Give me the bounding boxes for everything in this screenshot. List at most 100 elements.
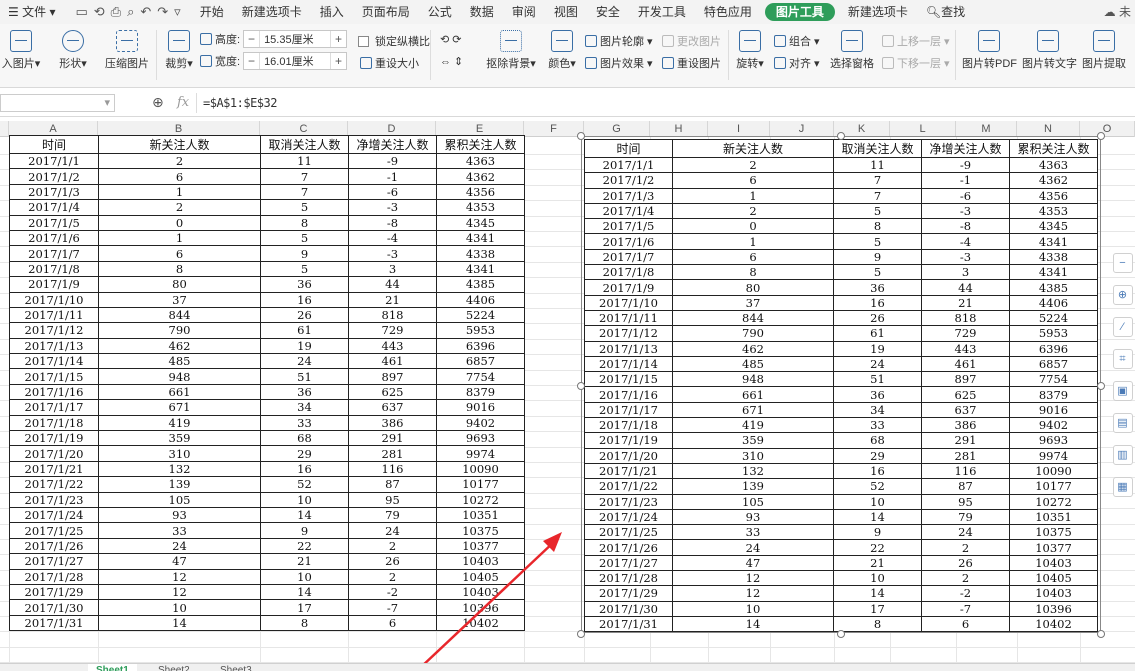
table-cell[interactable]: 11 [260, 152, 349, 170]
table-cell[interactable]: 24 [672, 539, 834, 556]
menu-tab-3[interactable]: 页面布局 [353, 0, 419, 24]
table-cell[interactable]: 6 [348, 614, 437, 632]
table-cell[interactable]: 10396 [436, 599, 525, 616]
table-cell[interactable]: 34 [833, 401, 922, 419]
table-cell[interactable]: 10402 [1009, 615, 1098, 633]
table-cell[interactable]: 2017/1/19 [584, 432, 673, 449]
table-cell[interactable]: 6 [98, 245, 261, 262]
table-cell[interactable]: 10403 [436, 583, 525, 601]
table-cell[interactable]: 33 [672, 524, 834, 541]
redo-icon[interactable]: ↷ [157, 4, 168, 20]
table-cell[interactable]: 2017/1/16 [9, 383, 99, 401]
table-header-cell[interactable]: 新关注人数 [98, 135, 261, 154]
remove-background-button[interactable]: 抠除背景▾ [486, 30, 536, 71]
table-cell[interactable]: 2 [672, 202, 834, 220]
table-cell[interactable]: 24 [348, 522, 437, 539]
table-cell[interactable]: 132 [672, 462, 834, 480]
menu-tab-4[interactable]: 公式 [419, 0, 461, 24]
table-cell[interactable]: 2017/1/4 [9, 199, 99, 216]
table-cell[interactable]: 2017/1/19 [9, 430, 99, 447]
picture-table-image[interactable]: 时间 新关注人数 取消关注人数 净增关注人数 累积关注人数 2017/1/1 2 11 -9 43… [584, 139, 1098, 633]
table-cell[interactable]: 36 [833, 386, 922, 403]
resize-handle-top[interactable] [837, 132, 845, 140]
table-cell[interactable]: 485 [98, 353, 261, 370]
column-header[interactable]: J [770, 121, 834, 137]
table-cell[interactable]: 2017/1/10 [9, 291, 99, 308]
table-cell[interactable]: 68 [260, 430, 349, 447]
print-icon[interactable]: ⎙ [111, 4, 121, 20]
table-cell[interactable]: 139 [98, 476, 261, 493]
table-cell[interactable]: 0 [672, 218, 834, 235]
table-cell[interactable]: 2017/1/10 [584, 294, 673, 311]
table-cell[interactable]: 47 [98, 553, 261, 570]
fx-icon[interactable]: fx [177, 95, 189, 110]
table-cell[interactable]: 14 [260, 506, 349, 524]
table-cell[interactable]: -7 [921, 600, 1010, 617]
format-painter-icon[interactable]: ⟲ [94, 4, 105, 20]
table-cell[interactable]: -1 [921, 172, 1010, 189]
table-cell[interactable]: 2017/1/21 [9, 460, 99, 478]
resize-handle-bottom-left[interactable] [577, 630, 585, 638]
table-cell[interactable]: 2017/1/9 [584, 279, 673, 296]
table-cell[interactable]: 7754 [1009, 371, 1098, 388]
width-stepper[interactable]: −16.01厘米 + [243, 52, 348, 70]
table-cell[interactable]: 61 [260, 322, 349, 339]
table-cell[interactable]: 2017/1/22 [9, 476, 99, 493]
column-header[interactable]: L [890, 121, 956, 137]
table-cell[interactable]: 24 [98, 537, 261, 555]
table-cell[interactable]: 14 [833, 508, 922, 526]
magic-edit-icon[interactable]: ⁄ [1112, 317, 1133, 337]
table-cell[interactable]: 52 [833, 478, 922, 495]
table-cell[interactable]: 2017/1/20 [9, 445, 99, 462]
table-cell[interactable]: 2 [348, 568, 437, 585]
table-cell[interactable]: 87 [348, 476, 437, 493]
table-cell[interactable]: 0 [98, 214, 261, 231]
table-cell[interactable]: 12 [98, 568, 261, 585]
table-cell[interactable]: 16 [260, 460, 349, 478]
table-cell[interactable]: 132 [98, 460, 261, 478]
table-cell[interactable]: 5 [833, 233, 922, 250]
table-cell[interactable]: 7 [260, 168, 349, 185]
table-cell[interactable]: 461 [348, 353, 437, 370]
table-cell[interactable]: 4356 [1009, 187, 1098, 204]
table-cell[interactable]: 637 [348, 399, 437, 416]
table-cell[interactable]: 2017/1/6 [584, 233, 673, 250]
table-cell[interactable]: 4363 [1009, 156, 1098, 174]
table-cell[interactable]: 105 [98, 491, 261, 508]
height-decrease-button[interactable]: − [244, 31, 261, 47]
table-cell[interactable]: 4356 [436, 183, 525, 201]
table-cell[interactable]: 33 [98, 522, 261, 539]
table-cell[interactable]: 2017/1/1 [584, 156, 673, 174]
image-extract-icon[interactable]: ▦ [1112, 477, 1133, 497]
table-cell[interactable]: 2017/1/27 [9, 553, 99, 570]
table-cell[interactable]: 2017/1/24 [584, 508, 673, 526]
menu-search[interactable]: 🔍︎查找 [917, 0, 974, 24]
table-cell[interactable]: 7 [260, 183, 349, 201]
table-cell[interactable]: 4341 [1009, 264, 1098, 281]
table-cell[interactable]: 26 [348, 553, 437, 570]
table-header-cell[interactable]: 净增关注人数 [348, 135, 437, 154]
resize-handle-left[interactable] [577, 382, 585, 390]
crop-button[interactable]: 裁剪▾ [164, 30, 194, 71]
table-cell[interactable]: 1 [672, 187, 834, 204]
table-cell[interactable]: 281 [921, 447, 1010, 464]
table-cell[interactable]: 9016 [436, 399, 525, 416]
table-cell[interactable]: -8 [348, 214, 437, 231]
table-cell[interactable]: 21 [348, 291, 437, 308]
zoom-in-icon[interactable]: ⊕ [1112, 285, 1133, 305]
table-cell[interactable]: 2017/1/27 [584, 554, 673, 572]
table-cell[interactable]: -2 [921, 585, 1010, 602]
table-cell[interactable]: 21 [833, 554, 922, 572]
table-cell[interactable]: 36 [833, 279, 922, 296]
rotate-right-icon[interactable]: ⟳ [452, 33, 461, 46]
table-cell[interactable]: 24 [260, 353, 349, 370]
table-cell[interactable]: 95 [348, 491, 437, 508]
group-button[interactable]: 组合 ▾ [774, 33, 820, 49]
table-cell[interactable]: 10377 [1009, 539, 1098, 556]
table-cell[interactable]: 3 [921, 264, 1010, 281]
table-cell[interactable]: 21 [260, 553, 349, 570]
name-box[interactable]: ▾ [0, 94, 115, 112]
table-header-cell[interactable]: 时间 [584, 139, 673, 158]
table-cell[interactable]: 10375 [1009, 524, 1098, 541]
table-cell[interactable]: 10177 [436, 476, 525, 493]
